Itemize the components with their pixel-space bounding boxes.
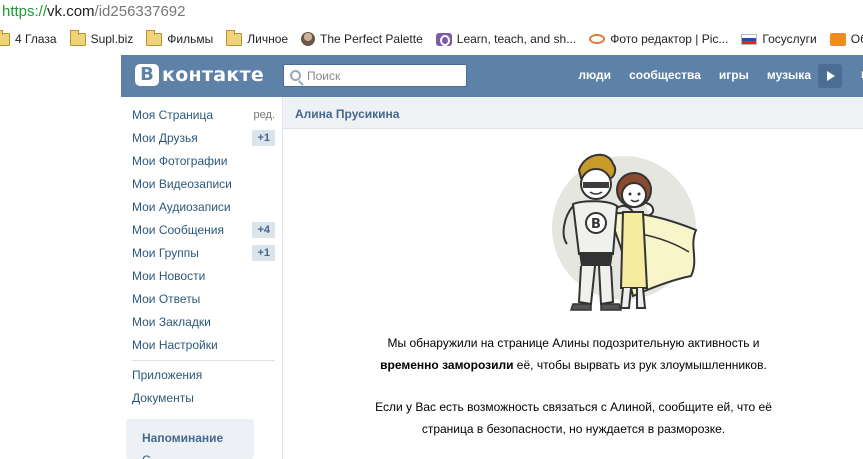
nav-communities[interactable]: сообщества (629, 68, 701, 82)
sidebar-item-label: Мои Видеозаписи (132, 177, 232, 191)
bookmark-label: Фильмы (167, 32, 214, 46)
bookmark-label: 4 Глаза (15, 32, 57, 46)
bookmark-learn-teach[interactable]: Learn, teach, and sh... (435, 32, 577, 46)
count-badge: +4 (252, 222, 275, 238)
nav-people[interactable]: люди (578, 68, 611, 82)
sidebar-item-groups[interactable]: Мои Группы +1 (132, 244, 275, 262)
bookmark-label: Госуслуги (762, 32, 817, 46)
bookmark-supl-biz[interactable]: Supl.biz (69, 29, 134, 46)
sidebar-item-label: Мои Новости (132, 269, 206, 283)
sidebar-item-news[interactable]: Мои Новости (132, 267, 275, 285)
contact-message-line2: страница в безопасности, но нуждается в … (421, 422, 726, 436)
bookmark-films[interactable]: Фильмы (146, 29, 214, 46)
sidebar-item-label: Моя Страница (132, 108, 214, 122)
sidebar-item-label: Приложения (132, 368, 203, 382)
url-host: vk.com (47, 3, 95, 20)
contact-message-line1: Если у Вас есть возможность связаться с … (375, 400, 772, 414)
bookmark-photo-editor[interactable]: Фото редактор | Pic... (589, 32, 728, 46)
sidebar-item-label: Мои Группы (132, 246, 199, 260)
sidebar-item-documents[interactable]: Документы (132, 389, 275, 407)
count-badge: +1 (252, 130, 275, 146)
sidebar-item-photos[interactable]: Мои Фотографии (132, 152, 275, 170)
bookmark-label: Личное (247, 32, 289, 46)
bookmark-label: Фото редактор | Pic... (610, 32, 729, 46)
svg-text:B: B (591, 217, 601, 232)
reminder-box[interactable]: Напоминание С (126, 419, 254, 459)
sidebar-item-apps[interactable]: Приложения (132, 366, 275, 384)
sidebar-item-my-page[interactable]: Моя Страница ред. (132, 106, 275, 124)
main-content: Алина Прусикина B Мы обнаружили на стран… (282, 97, 863, 459)
url-path: /id256337692 (94, 3, 186, 20)
sidebar-item-label: Документы (132, 391, 194, 405)
sidebar-item-settings[interactable]: Мои Настройки (132, 336, 275, 354)
bookmark-4-glaza[interactable]: 4 Глаза (0, 29, 57, 46)
folder-icon (146, 29, 163, 46)
avatar-icon (301, 32, 316, 46)
freeze-message-line2: временно заморозили её, чтобы вырвать из… (283, 354, 863, 376)
folder-icon (226, 29, 243, 46)
url-scheme: https:// (2, 3, 48, 20)
bookmark-gosuslugi[interactable]: Госуслуги (741, 32, 817, 46)
bookmark-perfect-palette[interactable]: The Perfect Palette (301, 32, 423, 46)
nav-music[interactable]: музыка (767, 68, 811, 82)
vk-logo[interactable]: В контакте (135, 64, 264, 86)
sidebar-item-label: Мои Ответы (132, 292, 201, 306)
bookmark-label: The Perfect Palette (320, 32, 423, 46)
search-input[interactable] (307, 68, 457, 83)
sidebar-item-label: Мои Настройки (132, 338, 218, 352)
bookmark-label: Обзо (850, 32, 863, 46)
bookmark-obzor[interactable]: Обзо (829, 32, 863, 46)
vk-logo-letter: В (135, 64, 159, 86)
vk-header: В контакте люди сообщества игры музыка п (121, 55, 863, 97)
search-box[interactable] (283, 64, 467, 87)
sidebar-item-label: Мои Аудиозаписи (132, 200, 231, 214)
left-sidebar: Моя Страница ред. Мои Друзья +1 Мои Фото… (121, 97, 281, 459)
freeze-message-line1: Мы обнаружили на странице Алины подозрит… (387, 336, 760, 350)
orange-app-icon (829, 32, 846, 46)
sidebar-item-label: Мои Фотографии (132, 154, 228, 168)
sidebar-item-label: Мои Друзья (132, 131, 198, 145)
sidebar-item-audio[interactable]: Мои Аудиозаписи (132, 198, 275, 216)
sidebar-divider (132, 360, 275, 361)
sidebar-item-bookmarks[interactable]: Мои Закладки (132, 313, 275, 331)
nav-games[interactable]: игры (719, 68, 749, 82)
sidebar-item-messages[interactable]: Мои Сообщения +4 (132, 221, 275, 239)
edit-link[interactable]: ред. (254, 109, 275, 121)
bookmark-personal[interactable]: Личное (226, 29, 289, 46)
vk-logo-word: контакте (162, 64, 265, 86)
bookmark-label: Learn, teach, and sh... (456, 32, 577, 46)
bookmark-label: Supl.biz (90, 32, 134, 46)
folder-icon (0, 29, 10, 46)
reminder-title: Напоминание (142, 431, 224, 445)
sidebar-item-label: Мои Сообщения (132, 223, 224, 237)
count-badge: +1 (252, 245, 275, 261)
folder-icon (69, 29, 86, 46)
page-title: Алина Прусикина (283, 97, 863, 129)
sidebar-item-videos[interactable]: Мои Видеозаписи (132, 175, 275, 193)
photo-editor-icon (589, 34, 606, 44)
freeze-message-rest: её, чтобы вырвать из рук злоумышленников… (513, 358, 767, 372)
frozen-heroes-illustration: B (552, 154, 698, 311)
search-icon (290, 70, 301, 81)
reminder-subtext: С (142, 453, 254, 459)
russian-flag-icon (741, 33, 758, 45)
sidebar-item-friends[interactable]: Мои Друзья +1 (132, 129, 275, 147)
bookmarks-bar: 4 Глаза Supl.biz Фильмы Личное The Perfe… (0, 27, 863, 51)
freeze-message-bold: временно заморозили (380, 358, 514, 372)
purple-app-icon (435, 32, 452, 46)
top-nav: люди сообщества игры музыка (560, 68, 811, 82)
play-icon[interactable] (818, 64, 842, 88)
address-bar[interactable]: https://vk.com/id256337692 (0, 0, 863, 25)
sidebar-item-label: Мои Закладки (132, 315, 211, 329)
sidebar-item-answers[interactable]: Мои Ответы (132, 290, 275, 308)
